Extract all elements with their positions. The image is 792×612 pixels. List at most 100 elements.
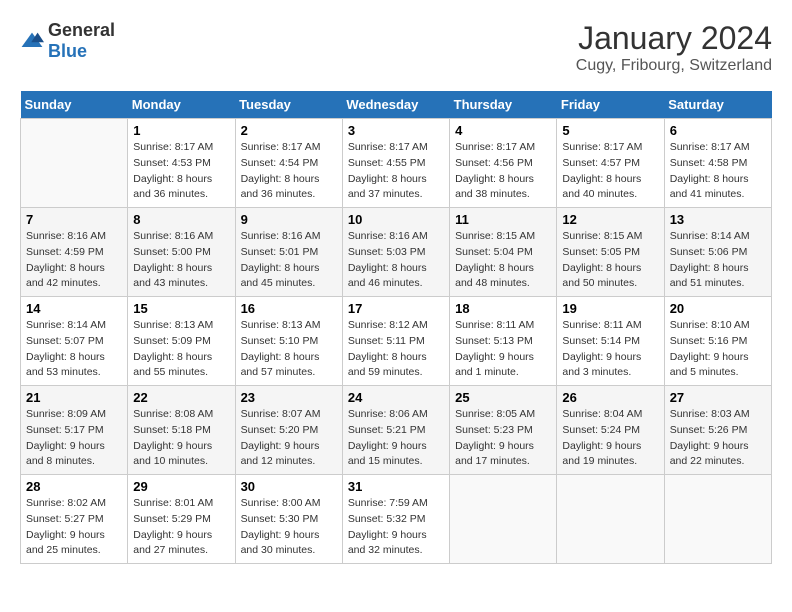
calendar-day-cell: 4Sunrise: 8:17 AMSunset: 4:56 PMDaylight… <box>450 119 557 208</box>
day-info: Sunrise: 8:06 AMSunset: 5:21 PMDaylight:… <box>348 407 444 470</box>
calendar-day-cell <box>450 475 557 564</box>
day-number: 20 <box>670 301 766 316</box>
weekday-header: Thursday <box>450 91 557 119</box>
day-info: Sunrise: 8:17 AMSunset: 4:54 PMDaylight:… <box>241 140 337 203</box>
calendar-day-cell: 7Sunrise: 8:16 AMSunset: 4:59 PMDaylight… <box>21 208 128 297</box>
day-info: Sunrise: 8:02 AMSunset: 5:27 PMDaylight:… <box>26 496 122 559</box>
calendar-day-cell: 9 Sunrise: 8:16 AMSunset: 5:01 PMDaylight… <box>235 208 342 297</box>
day-info: Sunrise: 8:11 AMSunset: 5:13 PMDaylight:… <box>455 318 551 381</box>
calendar-week-row: 7Sunrise: 8:16 AMSunset: 4:59 PMDaylight… <box>21 208 772 297</box>
day-number: 7 <box>26 212 122 227</box>
calendar-day-cell: 24Sunrise: 8:06 AMSunset: 5:21 PMDayligh… <box>342 386 449 475</box>
calendar-day-cell: 1 Sunrise: 8:17 AMSunset: 4:53 PMDaylight… <box>128 119 235 208</box>
location-title: Cugy, Fribourg, Switzerland <box>576 57 772 75</box>
calendar-day-cell: 21 Sunrise: 8:09 AMSunset: 5:17 PMDayligh… <box>21 386 128 475</box>
day-info: Sunrise: 8:01 AMSunset: 5:29 PMDaylight:… <box>133 496 229 559</box>
day-number: 18 <box>455 301 551 316</box>
day-info: Sunrise: 7:59 AMSunset: 5:32 PMDaylight:… <box>348 496 444 559</box>
logo: General Blue <box>20 20 115 62</box>
calendar-day-cell: 30 Sunrise: 8:00 AMSunset: 5:30 PMDayligh… <box>235 475 342 564</box>
calendar-day-cell: 13 Sunrise: 8:14 AMSunset: 5:06 PMDayligh… <box>664 208 771 297</box>
day-info: Sunrise: 8:04 AMSunset: 5:24 PMDaylight:… <box>562 407 658 470</box>
day-number: 1 <box>133 123 229 138</box>
day-number: 19 <box>562 301 658 316</box>
day-number: 21 <box>26 390 122 405</box>
day-number: 3 <box>348 123 444 138</box>
calendar-day-cell: 6 Sunrise: 8:17 AMSunset: 4:58 PMDaylight… <box>664 119 771 208</box>
calendar-day-cell: 31 Sunrise: 7:59 AMSunset: 5:32 PMDayligh… <box>342 475 449 564</box>
month-title: January 2024 <box>576 20 772 57</box>
weekday-header: Monday <box>128 91 235 119</box>
day-number: 14 <box>26 301 122 316</box>
calendar-day-cell <box>664 475 771 564</box>
day-number: 25 <box>455 390 551 405</box>
calendar-table: SundayMondayTuesdayWednesdayThursdayFrid… <box>20 91 772 564</box>
day-number: 13 <box>670 212 766 227</box>
logo-icon <box>20 31 44 51</box>
weekday-header-row: SundayMondayTuesdayWednesdayThursdayFrid… <box>21 91 772 119</box>
calendar-day-cell: 11 Sunrise: 8:15 AMSunset: 5:04 PMDayligh… <box>450 208 557 297</box>
day-number: 27 <box>670 390 766 405</box>
day-info: Sunrise: 8:14 AMSunset: 5:07 PMDaylight:… <box>26 318 122 381</box>
day-info: Sunrise: 8:00 AMSunset: 5:30 PMDaylight:… <box>241 496 337 559</box>
day-info: Sunrise: 8:16 AMSunset: 5:01 PMDaylight:… <box>241 229 337 292</box>
day-number: 10 <box>348 212 444 227</box>
calendar-day-cell <box>21 119 128 208</box>
calendar-day-cell: 10 Sunrise: 8:16 AMSunset: 5:03 PMDayligh… <box>342 208 449 297</box>
calendar-day-cell: 20Sunrise: 8:10 AMSunset: 5:16 PMDayligh… <box>664 297 771 386</box>
logo-general: General <box>48 20 115 40</box>
day-info: Sunrise: 8:11 AMSunset: 5:14 PMDaylight:… <box>562 318 658 381</box>
weekday-header: Saturday <box>664 91 771 119</box>
calendar-day-cell: 12Sunrise: 8:15 AMSunset: 5:05 PMDayligh… <box>557 208 664 297</box>
day-info: Sunrise: 8:09 AMSunset: 5:17 PMDaylight:… <box>26 407 122 470</box>
day-number: 9 <box>241 212 337 227</box>
day-info: Sunrise: 8:17 AMSunset: 4:53 PMDaylight:… <box>133 140 229 203</box>
day-info: Sunrise: 8:15 AMSunset: 5:04 PMDaylight:… <box>455 229 551 292</box>
calendar-day-cell: 15Sunrise: 8:13 AMSunset: 5:09 PMDayligh… <box>128 297 235 386</box>
day-info: Sunrise: 8:16 AMSunset: 5:00 PMDaylight:… <box>133 229 229 292</box>
logo-text: General Blue <box>48 20 115 62</box>
calendar-day-cell: 28 Sunrise: 8:02 AMSunset: 5:27 PMDayligh… <box>21 475 128 564</box>
day-info: Sunrise: 8:07 AMSunset: 5:20 PMDaylight:… <box>241 407 337 470</box>
day-info: Sunrise: 8:15 AMSunset: 5:05 PMDaylight:… <box>562 229 658 292</box>
calendar-day-cell: 27Sunrise: 8:03 AMSunset: 5:26 PMDayligh… <box>664 386 771 475</box>
calendar-week-row: 14 Sunrise: 8:14 AMSunset: 5:07 PMDayligh… <box>21 297 772 386</box>
calendar-week-row: 1 Sunrise: 8:17 AMSunset: 4:53 PMDaylight… <box>21 119 772 208</box>
day-number: 15 <box>133 301 229 316</box>
logo-blue: Blue <box>48 41 87 61</box>
calendar-week-row: 28 Sunrise: 8:02 AMSunset: 5:27 PMDayligh… <box>21 475 772 564</box>
day-number: 5 <box>562 123 658 138</box>
weekday-header: Wednesday <box>342 91 449 119</box>
day-info: Sunrise: 8:16 AMSunset: 5:03 PMDaylight:… <box>348 229 444 292</box>
day-info: Sunrise: 8:12 AMSunset: 5:11 PMDaylight:… <box>348 318 444 381</box>
day-number: 6 <box>670 123 766 138</box>
calendar-day-cell: 5 Sunrise: 8:17 AMSunset: 4:57 PMDaylight… <box>557 119 664 208</box>
day-number: 28 <box>26 479 122 494</box>
calendar-day-cell: 29Sunrise: 8:01 AMSunset: 5:29 PMDayligh… <box>128 475 235 564</box>
day-info: Sunrise: 8:13 AMSunset: 5:10 PMDaylight:… <box>241 318 337 381</box>
day-number: 30 <box>241 479 337 494</box>
calendar-day-cell <box>557 475 664 564</box>
day-number: 31 <box>348 479 444 494</box>
day-info: Sunrise: 8:17 AMSunset: 4:56 PMDaylight:… <box>455 140 551 203</box>
day-number: 8 <box>133 212 229 227</box>
calendar-day-cell: 16Sunrise: 8:13 AMSunset: 5:10 PMDayligh… <box>235 297 342 386</box>
title-block: January 2024 Cugy, Fribourg, Switzerland <box>576 20 772 75</box>
calendar-day-cell: 19 Sunrise: 8:11 AMSunset: 5:14 PMDayligh… <box>557 297 664 386</box>
calendar-day-cell: 3Sunrise: 8:17 AMSunset: 4:55 PMDaylight… <box>342 119 449 208</box>
day-info: Sunrise: 8:17 AMSunset: 4:57 PMDaylight:… <box>562 140 658 203</box>
day-info: Sunrise: 8:05 AMSunset: 5:23 PMDaylight:… <box>455 407 551 470</box>
weekday-header: Sunday <box>21 91 128 119</box>
weekday-header: Tuesday <box>235 91 342 119</box>
calendar-day-cell: 17 Sunrise: 8:12 AMSunset: 5:11 PMDayligh… <box>342 297 449 386</box>
calendar-day-cell: 26Sunrise: 8:04 AMSunset: 5:24 PMDayligh… <box>557 386 664 475</box>
day-info: Sunrise: 8:14 AMSunset: 5:06 PMDaylight:… <box>670 229 766 292</box>
day-number: 11 <box>455 212 551 227</box>
day-number: 23 <box>241 390 337 405</box>
calendar-day-cell: 23 Sunrise: 8:07 AMSunset: 5:20 PMDayligh… <box>235 386 342 475</box>
calendar-day-cell: 14 Sunrise: 8:14 AMSunset: 5:07 PMDayligh… <box>21 297 128 386</box>
calendar-day-cell: 25 Sunrise: 8:05 AMSunset: 5:23 PMDayligh… <box>450 386 557 475</box>
day-info: Sunrise: 8:17 AMSunset: 4:58 PMDaylight:… <box>670 140 766 203</box>
calendar-day-cell: 18 Sunrise: 8:11 AMSunset: 5:13 PMDayligh… <box>450 297 557 386</box>
day-number: 17 <box>348 301 444 316</box>
